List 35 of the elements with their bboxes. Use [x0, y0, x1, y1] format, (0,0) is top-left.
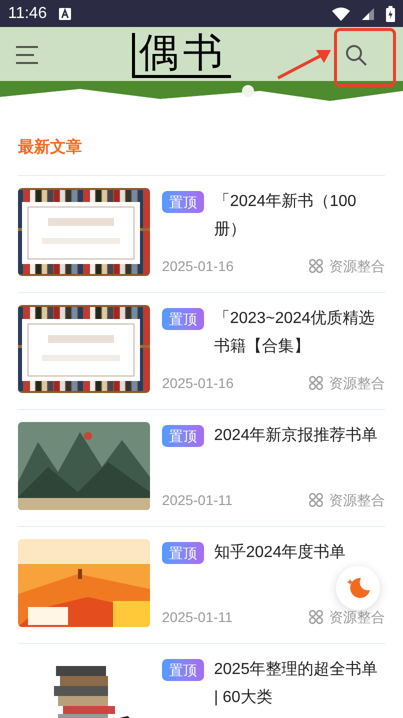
article-source: 资源整合 — [329, 608, 385, 627]
pinned-badge: 置顶 — [162, 191, 204, 213]
article-date: 2025-01-16 — [162, 374, 234, 393]
article-title[interactable]: 「2024年新书（100册） — [214, 188, 385, 244]
signal-icon — [362, 8, 374, 20]
article-title[interactable]: 「2023~2024优质精选书籍【合集】 — [214, 305, 385, 361]
category-icon — [309, 493, 323, 507]
article-source: 资源整合 — [329, 491, 385, 510]
battery-icon — [386, 6, 395, 22]
category-icon — [309, 610, 323, 624]
search-icon[interactable] — [345, 44, 367, 66]
moon-icon — [346, 576, 370, 600]
app-logo: 偶书 — [132, 32, 231, 78]
article-date: 2025-01-11 — [162, 491, 233, 510]
annotation-box — [334, 28, 396, 87]
pinned-badge: 置顶 — [162, 308, 204, 330]
article-date: 2025-01-16 — [162, 257, 234, 276]
pinned-badge: 置顶 — [162, 542, 204, 564]
article-date: 2025-01-11 — [162, 608, 233, 627]
pinned-badge: 置顶 — [162, 425, 204, 447]
night-mode-button[interactable] — [336, 566, 380, 610]
status-time: 11:46 — [8, 4, 47, 24]
menu-icon[interactable] — [16, 46, 38, 64]
section-title: 最新文章 — [18, 137, 83, 158]
pinned-badge: 置顶 — [162, 659, 204, 681]
category-icon — [309, 259, 323, 273]
article-source: 资源整合 — [329, 374, 385, 393]
annotation-arrow — [276, 47, 332, 81]
article-title[interactable]: 2025年整理的超全书单 | 60大类 — [214, 656, 385, 712]
article-title[interactable]: 知乎2024年度书单 — [214, 539, 385, 567]
category-icon — [309, 376, 323, 390]
wifi-icon — [332, 6, 350, 20]
article-source: 资源整合 — [329, 257, 385, 276]
keyboard-icon — [58, 8, 71, 20]
article-title[interactable]: 2024年新京报推荐书单 — [214, 422, 385, 450]
